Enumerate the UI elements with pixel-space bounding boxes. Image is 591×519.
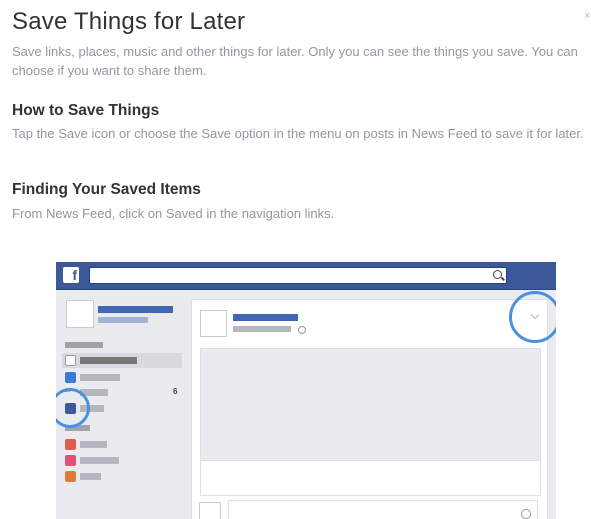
sidebar-item-places (80, 457, 119, 464)
messages-icon (65, 372, 76, 383)
sidebar-item-groups (80, 441, 107, 448)
post-footer (200, 460, 541, 496)
post-avatar (200, 310, 227, 337)
search-icon (493, 270, 502, 279)
groups-icon (65, 439, 76, 450)
profile-name-bar (98, 306, 173, 313)
comment-avatar (199, 502, 221, 519)
sidebar-item-news-feed (80, 357, 137, 364)
places-icon (65, 455, 76, 466)
sidebar-section-header (65, 342, 103, 348)
menu-highlight-ring (509, 291, 556, 343)
how-to-save-heading: How to Save Things (12, 102, 160, 119)
top-bar: f (56, 262, 556, 290)
close-icon[interactable]: × (584, 10, 590, 22)
sidebar-item-messages (80, 374, 120, 381)
comment-box (228, 500, 538, 519)
news-feed-post (191, 299, 548, 519)
saved-highlight-ring (56, 388, 90, 428)
post-time-bar (233, 326, 291, 332)
sidebar-item-photos (80, 473, 101, 480)
post-author-bar (233, 314, 298, 321)
photos-icon (65, 471, 76, 482)
globe-icon (298, 326, 306, 334)
how-to-save-text: Tap the Save icon or choose the Save opt… (12, 126, 584, 141)
intro-text: Save links, places, music and other thin… (12, 44, 578, 78)
sidebar-count-badge: 6 (173, 387, 178, 396)
search-bar (89, 267, 507, 284)
profile-sub-bar (98, 317, 148, 323)
camera-icon (521, 509, 531, 519)
page-title: Save Things for Later (12, 8, 246, 35)
post-image (200, 348, 541, 462)
facebook-illustration: f 10 6 (56, 262, 556, 519)
facebook-logo-icon: f (63, 267, 79, 283)
finding-saved-text: From News Feed, click on Saved in the na… (12, 206, 335, 221)
profile-avatar (66, 300, 94, 328)
news-feed-icon (65, 355, 76, 366)
finding-saved-heading: Finding Your Saved Items (12, 181, 201, 198)
